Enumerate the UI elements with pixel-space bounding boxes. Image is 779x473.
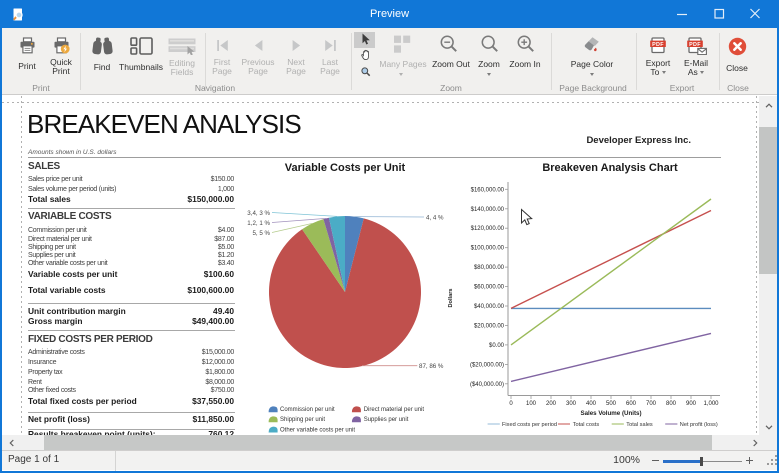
svg-text:$140,000.00: $140,000.00 xyxy=(471,207,505,213)
svg-text:600: 600 xyxy=(626,401,637,407)
svg-text:400: 400 xyxy=(586,401,597,407)
svg-text:700: 700 xyxy=(646,401,657,407)
svg-text:Total costs: Total costs xyxy=(573,422,600,428)
svg-text:1,000: 1,000 xyxy=(703,401,719,407)
svg-text:Fixed costs per period: Fixed costs per period xyxy=(502,422,557,428)
svg-text:PDF: PDF xyxy=(652,42,664,48)
svg-text:$120,000.00: $120,000.00 xyxy=(471,226,505,232)
svg-text:0: 0 xyxy=(509,401,513,407)
svg-text:500: 500 xyxy=(606,401,617,407)
svg-text:$0.00: $0.00 xyxy=(489,343,505,349)
svg-text:PDF: PDF xyxy=(689,42,701,48)
svg-text:Other variable costs per unit: Other variable costs per unit xyxy=(280,428,355,434)
svg-text:($40,000.00): ($40,000.00) xyxy=(470,382,504,388)
svg-text:Total sales: Total sales xyxy=(626,422,653,428)
svg-text:5, 5 %: 5, 5 % xyxy=(252,230,270,237)
svg-text:300: 300 xyxy=(566,401,577,407)
svg-text:Sales Volume (Units): Sales Volume (Units) xyxy=(580,410,641,417)
svg-text:$40,000.00: $40,000.00 xyxy=(474,304,505,310)
svg-text:Commission per unit: Commission per unit xyxy=(280,407,335,413)
svg-text:$100,000.00: $100,000.00 xyxy=(471,246,505,252)
svg-text:900: 900 xyxy=(686,401,697,407)
svg-text:200: 200 xyxy=(546,401,557,407)
svg-text:Direct material per unit: Direct material per unit xyxy=(364,407,425,413)
svg-text:$80,000.00: $80,000.00 xyxy=(474,265,505,271)
svg-text:Net profit (loss): Net profit (loss) xyxy=(680,422,718,428)
svg-text:($20,000.00): ($20,000.00) xyxy=(470,362,504,368)
svg-text:Supplies per unit: Supplies per unit xyxy=(364,417,409,423)
svg-text:100: 100 xyxy=(526,401,537,407)
svg-text:1,2, 1 %: 1,2, 1 % xyxy=(247,220,270,227)
svg-text:$160,000.00: $160,000.00 xyxy=(471,187,505,193)
svg-text:$20,000.00: $20,000.00 xyxy=(474,324,505,330)
svg-text:800: 800 xyxy=(666,401,677,407)
svg-text:$60,000.00: $60,000.00 xyxy=(474,285,505,291)
svg-text:Shipping per unit: Shipping per unit xyxy=(280,417,325,423)
svg-text:Dollars: Dollars xyxy=(448,289,454,308)
svg-text:3,4, 3 %: 3,4, 3 % xyxy=(247,210,270,217)
